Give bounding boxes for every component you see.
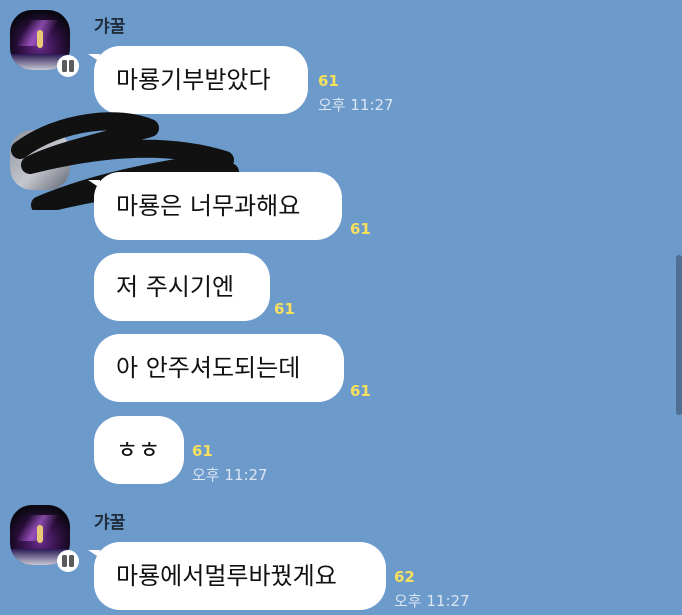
- avatar-figure: [37, 30, 43, 48]
- unread-count: 61: [318, 72, 339, 90]
- unread-count: 61: [350, 220, 371, 238]
- scrollbar[interactable]: [676, 255, 682, 415]
- sender-name: 갸꿀: [94, 513, 126, 533]
- unread-count: 61: [274, 300, 295, 318]
- sender-name: 갸꿀: [94, 17, 126, 37]
- unread-count: 62: [394, 568, 415, 586]
- message-time: 오후 11:27: [394, 592, 470, 610]
- message-bubble[interactable]: ㅎㅎ: [94, 416, 184, 484]
- message-bubble[interactable]: 마룡은 너무과해요: [88, 172, 342, 240]
- message-bubble[interactable]: 마룡에서멀루바꿨게요: [88, 542, 386, 610]
- unread-count: 61: [350, 382, 371, 400]
- message-bubble[interactable]: 아 안주셔도되는데: [94, 334, 344, 402]
- avatar-figure: [37, 525, 43, 543]
- message-time: 오후 11:27: [318, 96, 394, 114]
- message-time: 오후 11:27: [192, 466, 268, 484]
- app-badge-icon: [57, 55, 79, 77]
- app-badge-icon: [57, 550, 79, 572]
- unread-count: 61: [192, 442, 213, 460]
- message-bubble[interactable]: 저 주시기엔: [94, 253, 270, 321]
- message-bubble[interactable]: 마룡기부받았다: [88, 46, 308, 114]
